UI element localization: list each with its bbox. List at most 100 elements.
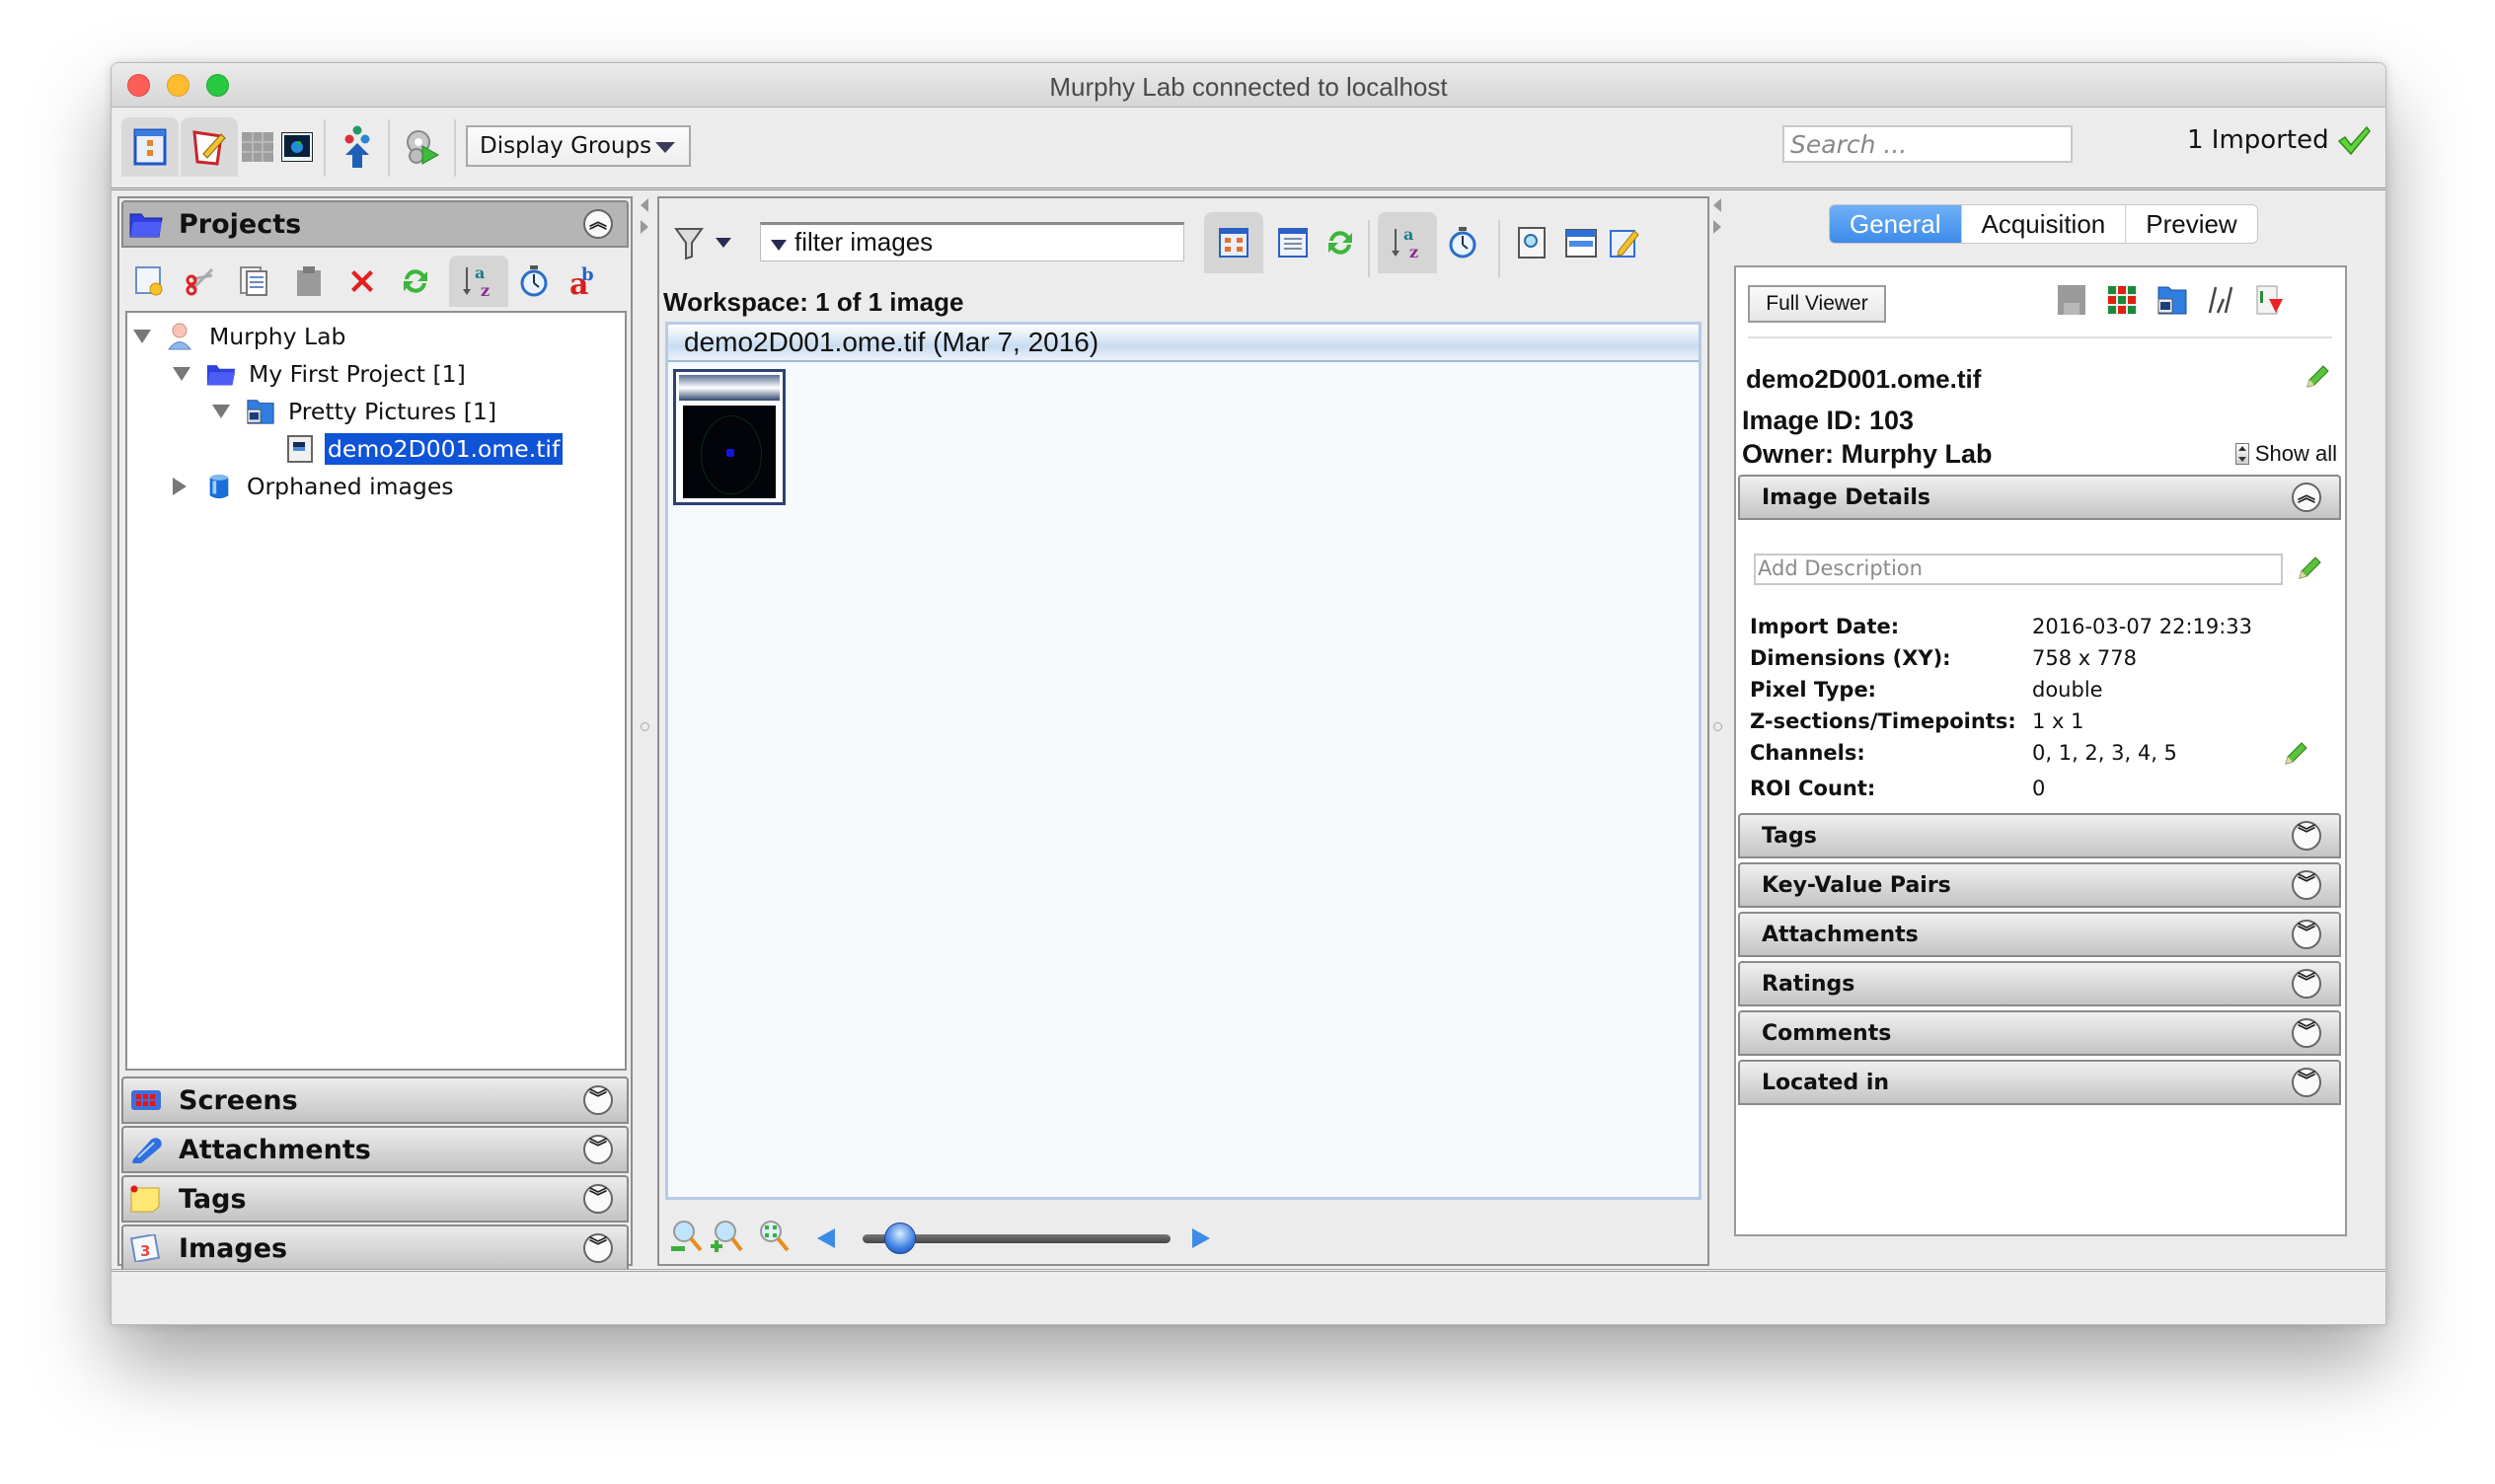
- expand-right-arrow-icon[interactable]: [641, 220, 648, 234]
- filter-menu-button[interactable]: [709, 212, 738, 273]
- collapse-icon[interactable]: ︽: [2292, 482, 2321, 512]
- tab-general[interactable]: General: [1830, 205, 1962, 243]
- description-input[interactable]: Add Description: [1754, 554, 2283, 585]
- data-manager-button[interactable]: [121, 117, 179, 177]
- tree-node-orphaned-images[interactable]: Orphaned images: [173, 469, 457, 504]
- expand-right-arrow-icon[interactable]: [1713, 220, 1721, 234]
- expand-icon[interactable]: ︾: [583, 1184, 613, 1214]
- expanded-triangle-icon[interactable]: [133, 330, 151, 343]
- expand-icon[interactable]: ︾: [583, 1085, 613, 1115]
- tags-section-header[interactable]: Tags ︾: [1738, 813, 2341, 858]
- comments-section-header[interactable]: Comments ︾: [1738, 1010, 2341, 1056]
- show-all-toggle[interactable]: Show all: [2234, 441, 2337, 467]
- tags-section-header[interactable]: Tags ︾: [121, 1175, 629, 1223]
- paste-button[interactable]: [287, 256, 331, 307]
- new-button[interactable]: [127, 256, 171, 307]
- edit-name-pencil-icon[interactable]: [2305, 364, 2330, 390]
- tree-node-my-first-project[interactable]: My First Project [1]: [173, 356, 469, 392]
- tree-node-murphy-lab[interactable]: Murphy Lab: [133, 319, 348, 354]
- refresh-button[interactable]: [394, 256, 437, 307]
- expand-icon[interactable]: ︾: [2292, 1018, 2321, 1048]
- expand-icon[interactable]: ︾: [2292, 920, 2321, 949]
- filter-button[interactable]: [669, 212, 709, 273]
- magnify-button[interactable]: [1508, 212, 1555, 273]
- path-button[interactable]: [2206, 285, 2235, 319]
- expand-icon[interactable]: ︾: [2292, 969, 2321, 999]
- right-splitter[interactable]: [1710, 192, 1724, 1268]
- expanded-triangle-icon[interactable]: [173, 367, 190, 381]
- run-script-button[interactable]: [398, 117, 447, 177]
- refresh-workspace-button[interactable]: [1317, 212, 1364, 273]
- sort-by-name-button[interactable]: az: [1378, 212, 1437, 273]
- search-input[interactable]: Search ...: [1782, 125, 2073, 163]
- zoom-slider-knob[interactable]: [884, 1223, 917, 1254]
- splitter-handle[interactable]: [641, 722, 649, 731]
- image-details-section-header[interactable]: Image Details ︽: [1738, 475, 2341, 520]
- attachments-section-header[interactable]: Attachments ︾: [121, 1126, 629, 1173]
- channels-button[interactable]: [2107, 285, 2137, 319]
- collapse-icon[interactable]: ︽: [583, 209, 613, 239]
- projects-section-header[interactable]: Projects ︽: [121, 200, 629, 248]
- tree-node-pretty-pictures[interactable]: Pretty Pictures [1]: [212, 394, 499, 429]
- images-section-header[interactable]: 3 Images ︾: [121, 1224, 629, 1272]
- open-with-button[interactable]: [2156, 285, 2187, 319]
- download-button[interactable]: [2255, 285, 2285, 319]
- collapse-left-arrow-icon[interactable]: [1713, 198, 1721, 212]
- tree-node-demo2d001[interactable]: demo2D001.ome.tif: [285, 431, 564, 467]
- filter-images-input[interactable]: filter images: [760, 222, 1184, 261]
- expanded-triangle-icon[interactable]: [212, 405, 230, 418]
- left-splitter[interactable]: [638, 192, 651, 1268]
- import-button[interactable]: [334, 117, 381, 177]
- zoom-in-button[interactable]: [709, 1219, 744, 1254]
- status-bar: [112, 1269, 2385, 1324]
- delete-button[interactable]: [340, 256, 384, 307]
- save-button[interactable]: [2058, 285, 2087, 319]
- sort-button[interactable]: az: [449, 256, 508, 307]
- attachments-section-header[interactable]: Attachments ︾: [1738, 912, 2341, 957]
- data-manager-icon: [133, 128, 167, 166]
- slider-decrease-arrow-icon[interactable]: [817, 1228, 835, 1248]
- expand-icon[interactable]: ︾: [583, 1233, 613, 1263]
- import-status[interactable]: 1 Imported: [2187, 125, 2371, 155]
- zoom-fit-button[interactable]: [756, 1219, 792, 1254]
- image-thumbnail[interactable]: [673, 369, 786, 505]
- edit-channels-pencil-icon[interactable]: [2283, 741, 2308, 767]
- slider-increase-arrow-icon[interactable]: [1192, 1228, 1210, 1248]
- tab-preview[interactable]: Preview: [2126, 205, 2256, 243]
- located-in-section-header[interactable]: Located in ︾: [1738, 1060, 2341, 1105]
- full-viewer-button[interactable]: Full Viewer: [1748, 285, 1886, 323]
- svg-text:z: z: [481, 281, 490, 299]
- expand-icon[interactable]: ︾: [583, 1135, 613, 1164]
- collapse-left-arrow-icon[interactable]: [641, 198, 648, 212]
- display-groups-dropdown[interactable]: Display Groups: [466, 125, 691, 167]
- list-view-button[interactable]: [1269, 212, 1317, 273]
- image-group-header[interactable]: demo2D001.ome.tif (Mar 7, 2016): [668, 325, 1699, 362]
- grid-view-icon: [242, 132, 273, 162]
- edit-metadata-button[interactable]: [1601, 212, 1648, 273]
- copy-button[interactable]: [232, 256, 275, 307]
- cut-button[interactable]: [179, 256, 222, 307]
- zoom-out-button[interactable]: [669, 1219, 705, 1254]
- sort-by-date-button[interactable]: [1439, 212, 1486, 273]
- expand-icon[interactable]: ︾: [2292, 1068, 2321, 1097]
- calendar-view-button[interactable]: [1557, 212, 1605, 273]
- edit-description-pencil-icon[interactable]: [2297, 556, 2322, 581]
- save-icon: [2058, 285, 2085, 315]
- collapsed-triangle-icon[interactable]: [173, 478, 187, 495]
- timer-button[interactable]: [512, 256, 556, 307]
- ratings-section-header[interactable]: Ratings ︾: [1738, 961, 2341, 1006]
- expand-icon[interactable]: ︾: [2292, 821, 2321, 851]
- edit-annotations-button[interactable]: [181, 117, 238, 177]
- screens-section-header[interactable]: Screens ︾: [121, 1076, 629, 1124]
- filter-caret-icon[interactable]: [771, 240, 787, 251]
- splitter-handle[interactable]: [1713, 722, 1722, 731]
- thumbnail-view-button[interactable]: [1204, 212, 1263, 273]
- tab-acquisition[interactable]: Acquisition: [1962, 205, 2127, 243]
- image-viewer-button[interactable]: [277, 117, 317, 177]
- grid-view-button[interactable]: [238, 117, 277, 177]
- main-area: Projects ︽ a z a b Murphy Lab My First P…: [112, 192, 2385, 1272]
- key-value-pairs-section-header[interactable]: Key-Value Pairs ︾: [1738, 862, 2341, 908]
- new-icon: [135, 266, 163, 296]
- text-annotation-button[interactable]: ab: [567, 256, 597, 307]
- expand-icon[interactable]: ︾: [2292, 870, 2321, 900]
